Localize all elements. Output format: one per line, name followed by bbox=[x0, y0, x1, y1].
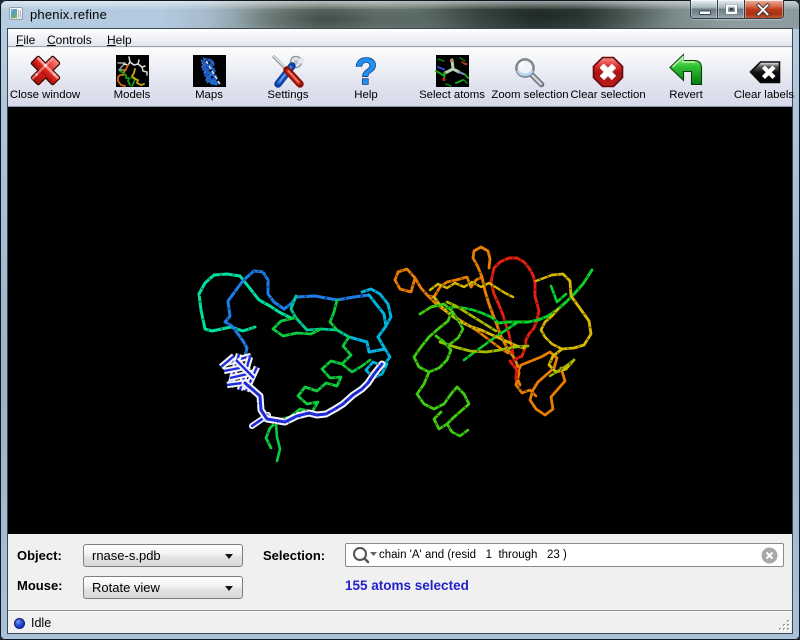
svg-text:?: ? bbox=[355, 51, 378, 92]
